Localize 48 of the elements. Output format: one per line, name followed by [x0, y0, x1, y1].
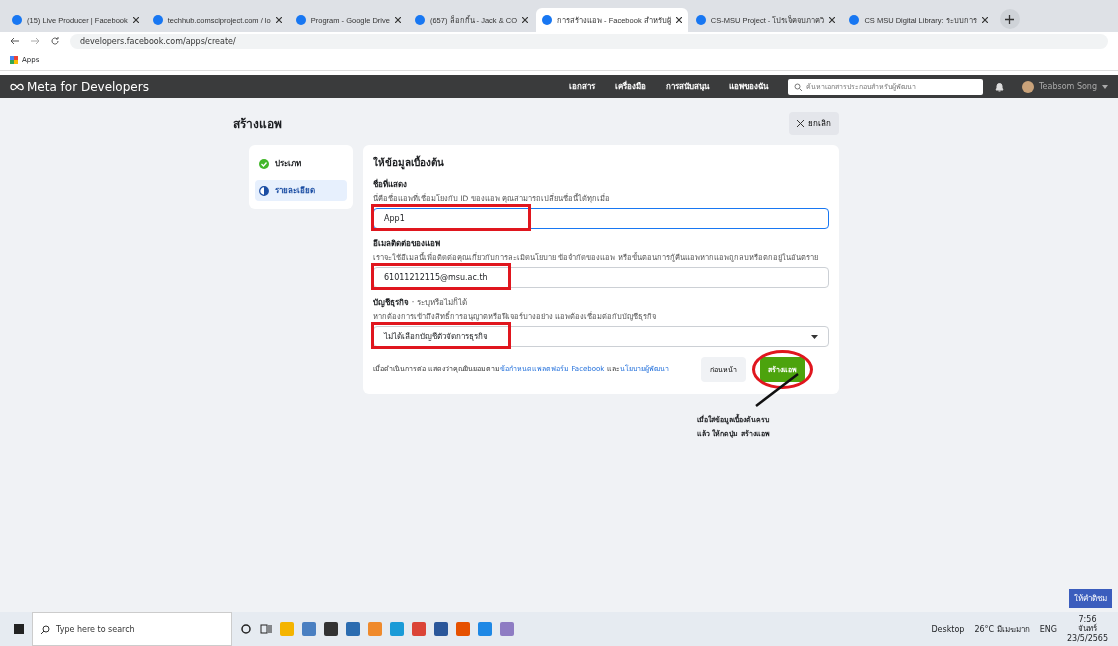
close-icon[interactable] [275, 17, 282, 23]
plus-icon [1005, 14, 1015, 24]
back-arrow-icon[interactable] [10, 36, 20, 46]
infinity-logo-icon [10, 82, 24, 91]
close-icon [797, 120, 804, 127]
weather-text[interactable]: 26°C มีเมฆมาก [974, 622, 1030, 636]
favicon-icon [152, 15, 163, 25]
search-icon [41, 624, 50, 634]
clock[interactable]: 7:56 จันทร์ 23/5/2565 [1066, 615, 1108, 643]
favicon-icon [295, 15, 306, 25]
page-title: สร้างแอพ [233, 116, 282, 133]
desktop-label[interactable]: Desktop [931, 624, 965, 634]
cancel-button[interactable]: ยกเลิก [789, 112, 839, 135]
close-icon[interactable] [675, 17, 682, 23]
favicon-icon [414, 15, 425, 25]
logo-text[interactable]: Meta for Developers [27, 79, 149, 94]
caret-icon [811, 334, 818, 339]
user-name[interactable]: Teabsom Song [1039, 82, 1097, 91]
close-icon[interactable] [522, 17, 529, 23]
caret-icon[interactable] [1102, 84, 1108, 89]
field-label: ชื่อที่แสดง [373, 178, 408, 191]
nav-link[interactable]: เอกสาร [569, 80, 596, 93]
favicon-icon [695, 15, 706, 25]
taskbar-search-field[interactable]: Type here to search [32, 612, 232, 646]
close-icon[interactable] [394, 17, 401, 23]
step-item[interactable]: ประเภท [255, 153, 347, 174]
new-tab-button[interactable] [999, 9, 1020, 29]
close-icon[interactable] [981, 17, 988, 23]
field-label: บัญชีธุรกิจ · ระบุหรือไม่ก็ได้ [373, 296, 468, 309]
language-indicator[interactable]: ENG [1039, 624, 1057, 634]
favicon-icon [849, 15, 860, 25]
nav-link[interactable]: แอพของฉัน [729, 80, 769, 93]
favicon-icon [542, 15, 553, 25]
avatar-circle[interactable] [1022, 80, 1035, 93]
close-icon[interactable] [829, 17, 836, 23]
address-bar[interactable]: developers.facebook.com/apps/create/ [70, 33, 1108, 49]
nav-link[interactable]: การสนับสนุน [666, 80, 710, 93]
highlight-ellipse [752, 350, 813, 389]
step-item[interactable]: รายละเอียด [255, 180, 347, 201]
search-icon [794, 82, 803, 91]
form-heading: ให้ข้อมูลเบื้องต้น [373, 155, 445, 170]
close-icon[interactable] [132, 17, 139, 23]
nav-link[interactable]: เครื่องมือ [615, 80, 647, 93]
field-label: อีเมลติดต่อของแอพ [373, 238, 441, 250]
favicon-icon [12, 15, 22, 25]
bell-icon[interactable] [995, 81, 1005, 92]
feedback-button[interactable]: ให้คำติชม [1069, 589, 1112, 608]
reload-icon[interactable] [50, 36, 60, 46]
